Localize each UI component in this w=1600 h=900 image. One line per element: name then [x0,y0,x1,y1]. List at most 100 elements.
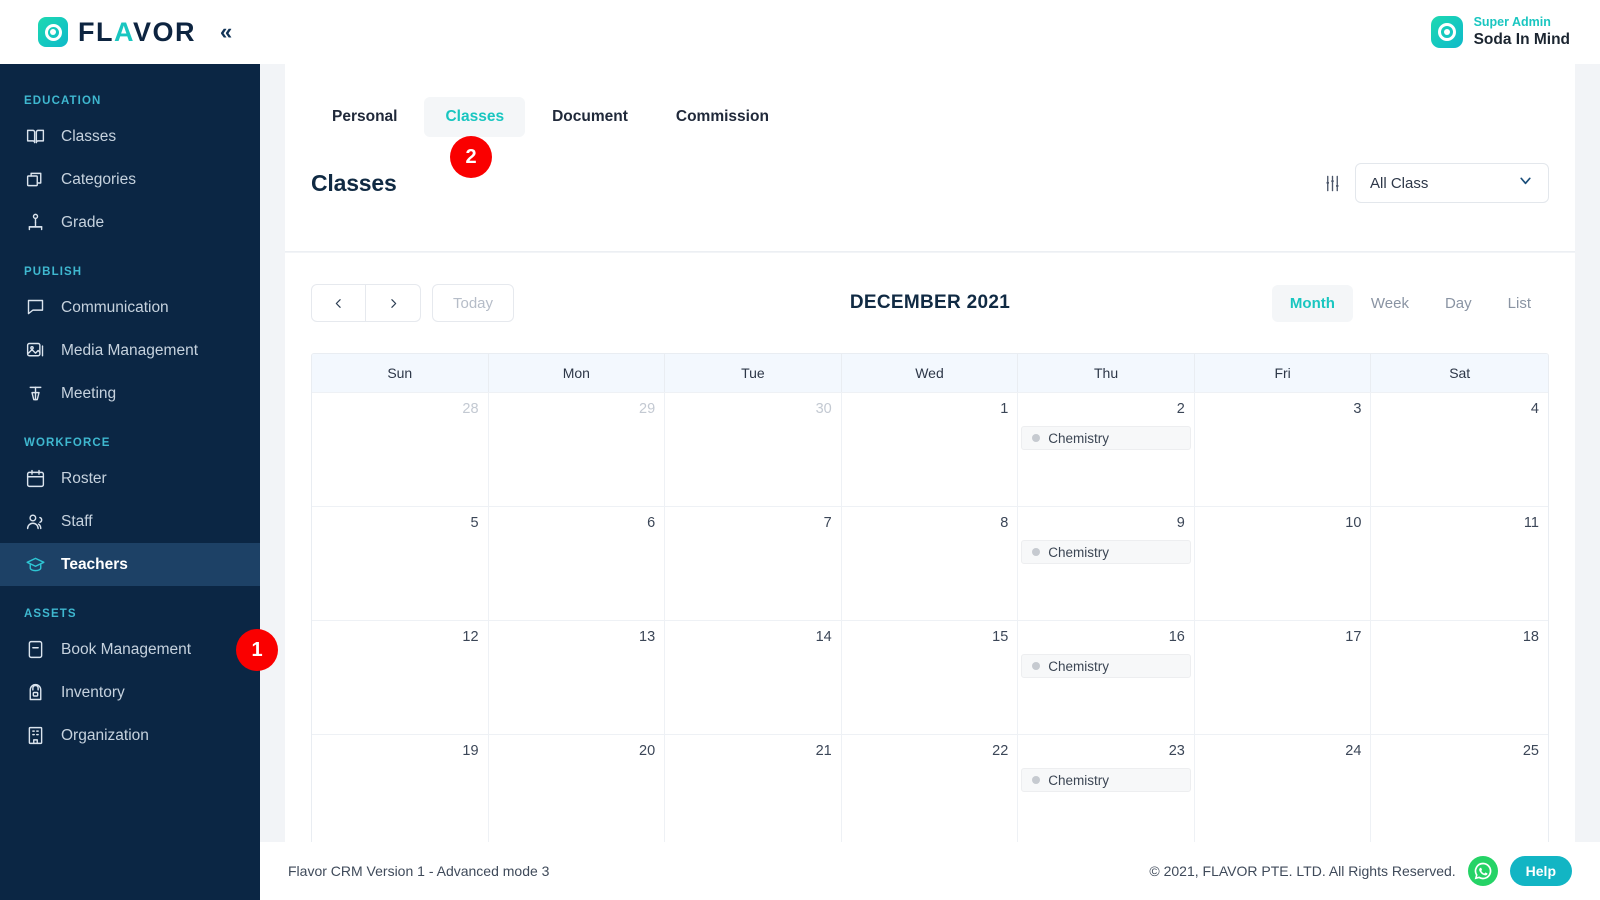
calendar-week-row: 19 20 21 22 23 Chemistry 24 25 [312,734,1548,848]
calendar-day-number: 29 [639,401,656,417]
calendar-day-number: 25 [1522,743,1539,759]
sidebar-item-staff[interactable]: Staff [0,500,260,543]
calendar-view-month[interactable]: Month [1271,284,1353,322]
tab-commission[interactable]: Commission [655,97,790,137]
calendar-day-cell[interactable]: 29 [488,392,666,506]
whatsapp-icon[interactable] [1467,856,1498,886]
calendar-day-cell[interactable]: 14 [665,620,842,734]
sidebar-item-label: Communication [61,298,169,316]
calendar-view-switcher: Month Week Day List [1271,284,1549,322]
calendar-day-cell[interactable]: 17 [1194,620,1372,734]
calendar-event[interactable]: Chemistry [1021,540,1191,564]
sidebar-item-label: Categories [61,170,136,188]
weekday-header-thu: Thu [1018,354,1195,392]
event-color-dot-icon [1032,662,1041,670]
calendar-view-list[interactable]: List [1490,285,1549,322]
sidebar-item-meeting[interactable]: Meeting [0,372,260,415]
event-label: Chemistry [1048,544,1110,560]
sidebar-item-organization[interactable]: Organization [0,714,260,757]
calendar-day-number: 23 [1168,743,1185,759]
tab-classes[interactable]: Classes [424,97,526,137]
class-filter-select[interactable]: All Class [1355,163,1549,203]
sidebar-group-publish: PUBLISH [24,266,83,278]
chevron-double-left-icon[interactable]: « [220,21,232,43]
calendar-day-cell[interactable]: 25 [1371,734,1548,848]
calendar-day-number: 30 [815,401,832,417]
sidebar-group-workforce: WORKFORCE [24,437,111,449]
calendar-day-cell[interactable]: 28 [312,392,489,506]
calendar-view-day[interactable]: Day [1427,285,1490,322]
calendar-view-week[interactable]: Week [1353,285,1427,322]
calendar-day-cell[interactable]: 15 [841,620,1019,734]
calendar-day-cell[interactable]: 5 [312,506,489,620]
sidebar-item-grade[interactable]: Grade [0,201,260,244]
calendar-toolbar: Today DECEMBER 2021 Month Week Day List [285,253,1575,353]
sidebar-item-book-management[interactable]: Book Management [0,628,260,671]
calendar-day-cell[interactable]: 10 [1194,506,1372,620]
weekday-header-sat: Sat [1449,365,1471,381]
calendar-body: 28 29 30 1 2 Chemistry 3 4 5 6 7 8 9 Chemistry 10 11 12 1… [312,392,1548,848]
help-button[interactable]: Help [1509,856,1572,886]
calendar-day-cell[interactable]: 11 [1371,506,1548,620]
calendar-event[interactable]: Chemistry [1021,768,1191,792]
calendar-day-number: 20 [639,743,656,759]
sidebar-item-label: Book Management [61,640,192,658]
main-content: Personal Classes Document Commission Classe… [260,64,1600,900]
calendar-prev-button[interactable] [311,284,366,322]
calendar-day-cell[interactable]: 3 [1194,392,1372,506]
calendar-day-cell[interactable]: 20 [488,734,666,848]
tab-document[interactable]: Document [531,97,649,137]
sidebar-item-label: Inventory [61,683,125,701]
calendar-week-row: 5 6 7 8 9 Chemistry 10 11 [312,506,1548,620]
event-color-dot-icon [1032,548,1041,556]
calendar-day-cell[interactable]: 23 Chemistry [1018,734,1195,848]
sidebar-item-categories[interactable]: Categories [0,158,260,201]
step-badge-1: 1 [236,629,278,671]
tab-personal[interactable]: Personal [311,97,418,137]
calendar-event[interactable]: Chemistry [1021,654,1191,678]
calendar-day-cell[interactable]: 1 [841,392,1019,506]
calendar-day-cell[interactable]: 19 [312,734,489,848]
calendar-day-cell[interactable]: 16 Chemistry [1018,620,1195,734]
footer: Flavor CRM Version 1 - Advanced mode 3 ©… [260,842,1600,900]
calendar-day-number: 7 [823,515,832,531]
sidebar-item-communication[interactable]: Communication [0,286,260,329]
book-closed-icon [24,639,46,661]
event-label: Chemistry [1048,658,1110,674]
calendar-day-cell[interactable]: 2 Chemistry [1018,392,1195,506]
sidebar-item-roster[interactable]: Roster [0,457,260,500]
calendar-day-cell[interactable]: 8 [841,506,1019,620]
calendar-day-cell[interactable]: 7 [665,506,842,620]
calendar-day-cell[interactable]: 12 [312,620,489,734]
calendar-day-cell[interactable]: 18 [1371,620,1548,734]
calendar-day-cell[interactable]: 30 [665,392,842,506]
sliders-icon[interactable] [1323,174,1342,193]
sidebar-item-balance[interactable]: Balance [0,64,260,73]
calendar-day-number: 6 [647,515,656,531]
calendar-event[interactable]: Chemistry [1021,426,1191,450]
calendar-day-cell[interactable]: 6 [488,506,666,620]
footer-version: Flavor CRM Version 1 - Advanced mode 3 [288,863,550,879]
calendar-day-cell[interactable]: 21 [665,734,842,848]
sidebar-item-label: Media Management [61,341,198,359]
sidebar-item-media-management[interactable]: Media Management [0,329,260,372]
calendar-day-cell[interactable]: 22 [841,734,1019,848]
sidebar-item-label: Meeting [61,384,117,402]
backpack-icon [24,682,46,704]
sidebar-item-inventory[interactable]: Inventory [0,671,260,714]
weekday-header-mon: Mon [489,354,666,392]
calendar-next-button[interactable] [366,284,421,322]
sidebar-item-label: Teachers [61,555,128,573]
calendar-day-cell[interactable]: 24 [1194,734,1372,848]
sidebar-item-classes[interactable]: Classes [0,115,260,158]
account-area[interactable]: Super Admin Soda In Mind [1430,15,1600,50]
calendar-day-cell[interactable]: 13 [488,620,666,734]
calendar-day-cell[interactable]: 9 Chemistry [1018,506,1195,620]
today-button[interactable]: Today [432,284,515,322]
calendar-day-cell[interactable]: 4 [1371,392,1548,506]
event-color-dot-icon [1032,434,1041,442]
podium-icon [24,383,46,405]
sidebar: Balance EDUCATION Classes Categories Grade PU… [0,64,260,900]
sidebar-group-education: EDUCATION [24,95,102,107]
sidebar-item-teachers[interactable]: Teachers [0,543,260,586]
